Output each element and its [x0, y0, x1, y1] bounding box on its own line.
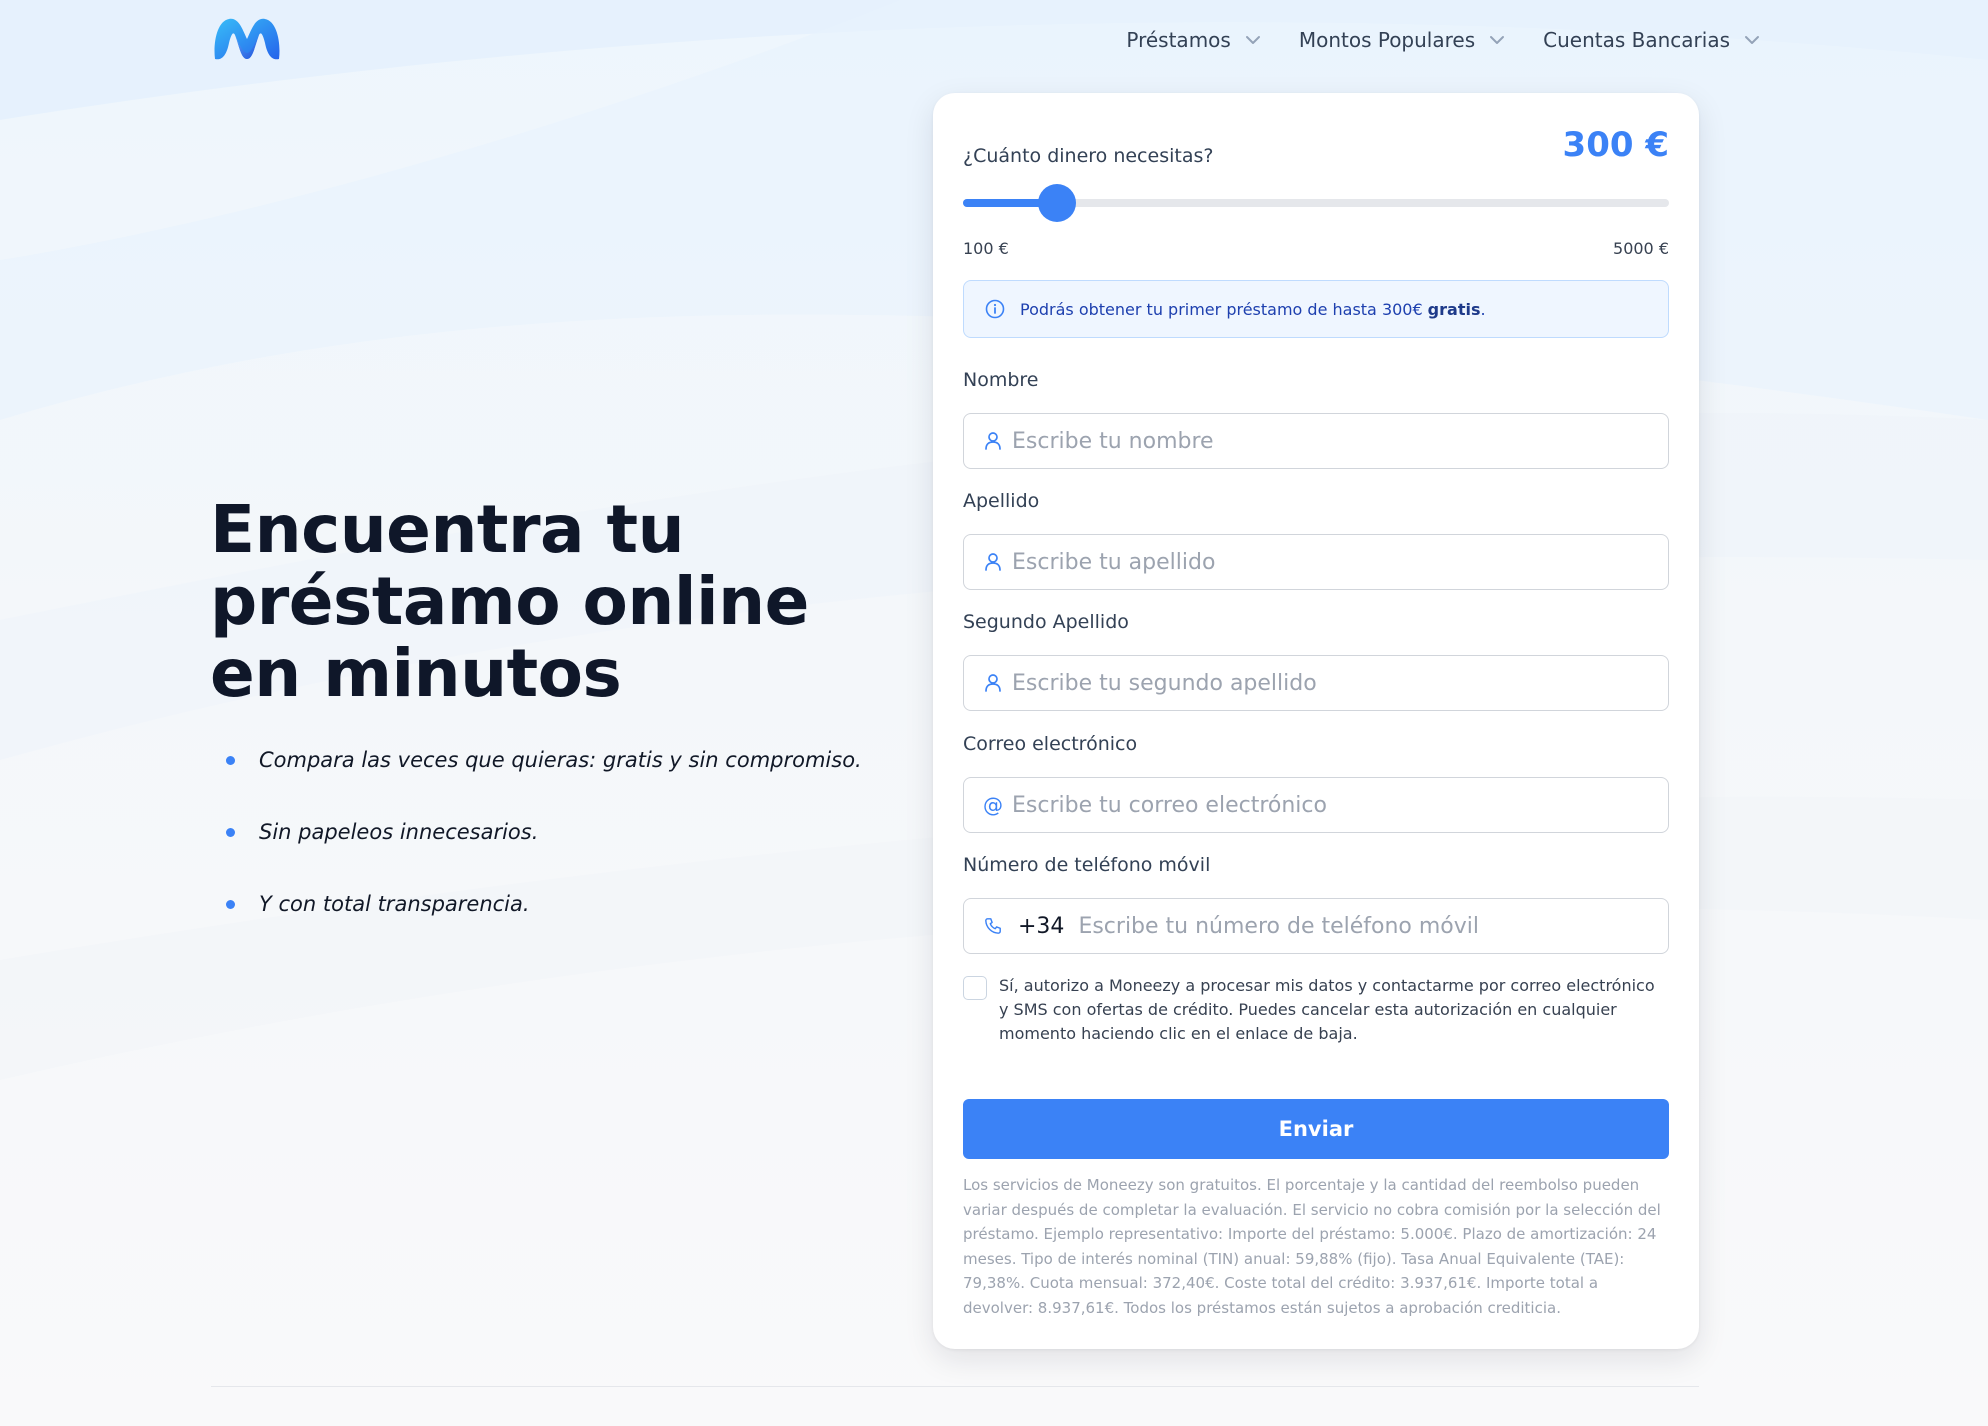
- nombre-input-wrapper[interactable]: [963, 413, 1669, 469]
- slider-max-label: 5000 €: [1613, 239, 1669, 258]
- main-nav: Préstamos Montos Populares Cuentas Banca…: [1126, 22, 1760, 58]
- info-circle-icon: [985, 299, 1005, 319]
- loan-form-card: ¿Cuánto dinero necesitas? 300 € 100 € 50…: [933, 93, 1699, 1349]
- info-text: Podrás obtener tu primer préstamo de has…: [1020, 299, 1423, 319]
- user-icon: [985, 674, 1001, 692]
- hero-title: Encuentra tu préstamo online en minutos: [210, 491, 809, 712]
- apellido-field-group: Apellido: [963, 490, 1669, 590]
- segundo-apellido-input-wrapper[interactable]: [963, 655, 1669, 711]
- info-banner: Podrás obtener tu primer préstamo de has…: [963, 280, 1669, 338]
- nombre-input[interactable]: [1012, 416, 1668, 466]
- slider-thumb[interactable]: [1038, 184, 1077, 222]
- user-icon: [985, 553, 1001, 571]
- amount-value: 300 €: [1562, 125, 1669, 165]
- bullet-text: Compara las veces que quieras: gratis y …: [259, 748, 862, 772]
- nav-item-label: Cuentas Bancarias: [1543, 28, 1730, 52]
- user-icon: [985, 432, 1001, 450]
- telefono-field-group: Número de teléfono móvil +34: [963, 854, 1669, 954]
- list-item: Y con total transparencia.: [226, 886, 862, 922]
- telefono-input-wrapper[interactable]: +34: [963, 898, 1669, 954]
- nav-item-cuentas-bancarias[interactable]: Cuentas Bancarias: [1543, 22, 1760, 58]
- chevron-down-icon: [1745, 36, 1759, 44]
- bullet-text: Sin papeleos innecesarios.: [259, 820, 539, 844]
- apellido-label: Apellido: [963, 490, 1040, 512]
- slider-min-label: 100 €: [963, 239, 1009, 258]
- phone-icon: [985, 918, 1001, 934]
- phone-prefix: +34: [1018, 913, 1065, 939]
- bullet-dot-icon: [226, 827, 235, 837]
- chevron-down-icon: [1490, 36, 1505, 44]
- correo-label: Correo electrónico: [963, 733, 1138, 755]
- apellido-input[interactable]: [1012, 537, 1668, 587]
- moneezy-logo-icon[interactable]: [211, 13, 283, 63]
- nav-item-montos-populares[interactable]: Montos Populares: [1299, 22, 1505, 58]
- submit-button[interactable]: Enviar: [963, 1099, 1669, 1159]
- segundo-apellido-field-group: Segundo Apellido: [963, 611, 1669, 711]
- list-item: Compara las veces que quieras: gratis y …: [226, 742, 862, 778]
- correo-field-group: Correo electrónico @: [963, 733, 1669, 833]
- telefono-label: Número de teléfono móvil: [963, 854, 1211, 876]
- bullet-text: Y con total transparencia.: [259, 892, 530, 916]
- amount-slider[interactable]: [963, 184, 1669, 222]
- at-sign-icon: @: [983, 793, 1003, 817]
- footer-divider: [211, 1386, 1699, 1387]
- bullet-dot-icon: [226, 899, 235, 909]
- segundo-apellido-label: Segundo Apellido: [963, 611, 1129, 633]
- info-suffix: .: [1480, 299, 1486, 319]
- nombre-label: Nombre: [963, 369, 1039, 391]
- amount-question: ¿Cuánto dinero necesitas?: [963, 145, 1214, 167]
- consent-checkbox[interactable]: [963, 976, 987, 1000]
- nav-item-label: Préstamos: [1126, 28, 1231, 52]
- list-item: Sin papeleos innecesarios.: [226, 814, 862, 850]
- correo-input-wrapper[interactable]: @: [963, 777, 1669, 833]
- chevron-down-icon: [1245, 36, 1260, 44]
- info-bold-text: gratis: [1427, 299, 1481, 319]
- correo-input[interactable]: [1012, 780, 1668, 830]
- nombre-field-group: Nombre: [963, 369, 1669, 469]
- hero-bullet-list: Compara las veces que quieras: gratis y …: [226, 742, 862, 958]
- nav-item-label: Montos Populares: [1298, 28, 1476, 52]
- disclaimer-text: Los servicios de Moneezy son gratuitos. …: [963, 1176, 1661, 1317]
- bullet-dot-icon: [226, 755, 235, 765]
- consent-text: Sí, autorizo a Moneezy a procesar mis da…: [999, 976, 1655, 1043]
- segundo-apellido-input[interactable]: [1012, 658, 1668, 708]
- nav-item-prestamos[interactable]: Préstamos: [1126, 22, 1260, 58]
- consent-group: Sí, autorizo a Moneezy a procesar mis da…: [963, 974, 1669, 1046]
- telefono-input[interactable]: [1078, 901, 1668, 951]
- apellido-input-wrapper[interactable]: [963, 534, 1669, 590]
